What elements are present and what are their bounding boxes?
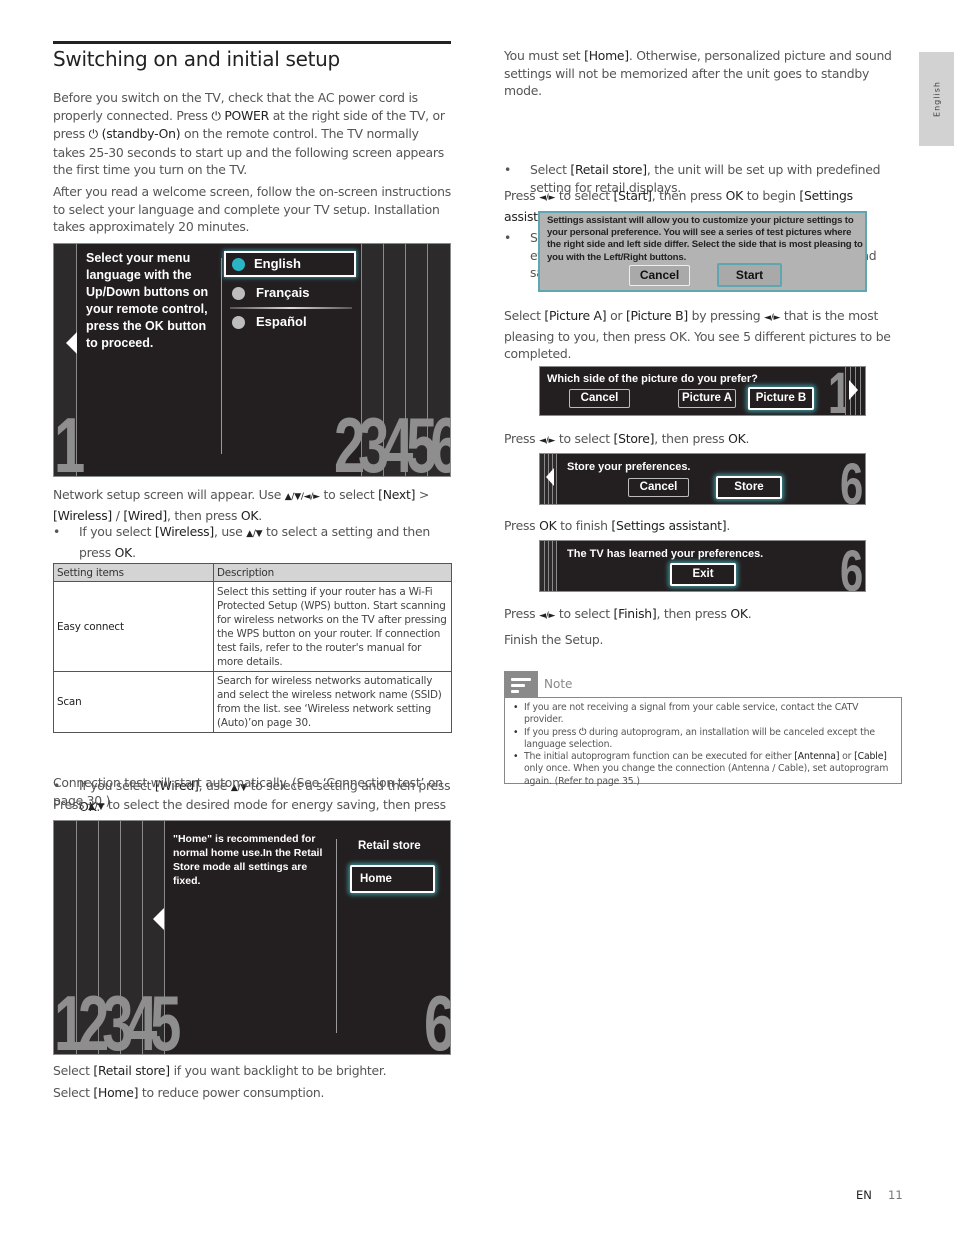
note-item: If you are not receiving a signal from y… bbox=[513, 702, 893, 727]
picture-b-button[interactable]: Picture B bbox=[748, 387, 814, 410]
language-instruction: Select your menu language with the Up/Do… bbox=[86, 251, 209, 350]
power-icon: ⏻ bbox=[211, 108, 221, 123]
setting-description: Select this setting if your router has a… bbox=[213, 581, 452, 672]
network-settings-table: Setting items Description Easy connect S… bbox=[53, 563, 452, 733]
note-item: If you press ⏻ during autoprogram, an in… bbox=[513, 727, 893, 752]
store-text: Store your preferences. bbox=[567, 461, 691, 473]
arrows-icon: ◄/► bbox=[539, 436, 556, 446]
standby-label: (standby-On) bbox=[101, 126, 181, 141]
power-label: POWER bbox=[224, 107, 269, 123]
learned-preferences-screen: 6 The TV has learned your preferences. E… bbox=[539, 540, 866, 592]
energy-mode-description: "Home" is recommended for normal home us… bbox=[173, 833, 323, 887]
arrows-icon: ◄/► bbox=[539, 193, 556, 203]
cancel-button[interactable]: Cancel bbox=[569, 389, 630, 408]
standby-icon: ⏻ bbox=[88, 127, 99, 141]
note-icon bbox=[504, 671, 538, 698]
step-digits-right: 23456 bbox=[334, 401, 451, 477]
title-rule bbox=[53, 41, 451, 44]
start-button[interactable]: Start bbox=[717, 263, 782, 287]
learned-text: The TV has learned your preferences. bbox=[567, 548, 764, 560]
select-retail-paragraph: Select [Retail store] if you want backli… bbox=[53, 1063, 387, 1078]
note-box: If you are not receiving a signal from y… bbox=[504, 698, 902, 787]
note-title: Note bbox=[544, 677, 573, 691]
network-paragraph: Network setup screen will appear. Use ▲/… bbox=[53, 487, 430, 523]
energy-option-home[interactable]: Home bbox=[350, 865, 435, 893]
page-title: Switching on and initial setup bbox=[53, 47, 340, 71]
back-arrow-icon[interactable] bbox=[546, 468, 554, 486]
table-row: Scan Search for wireless networks automa… bbox=[53, 671, 452, 733]
press-ok-finish-paragraph: Press OK to finish [Settings assistant]. bbox=[504, 518, 731, 533]
page-number: 11 bbox=[888, 1188, 903, 1202]
step-digit-right: 6 bbox=[424, 979, 450, 1055]
exit-button[interactable]: Exit bbox=[670, 563, 736, 586]
table-row: Easy connect Select this setting if your… bbox=[53, 581, 452, 672]
step-digits-left: 12345 bbox=[54, 979, 181, 1055]
press-store-paragraph: Press ◄/► to select [Store], then press … bbox=[504, 431, 750, 446]
setting-item: Scan bbox=[53, 671, 214, 733]
step-digit-left: 1 bbox=[54, 401, 85, 477]
radio-dot-icon bbox=[232, 258, 245, 271]
radio-dot-icon bbox=[232, 316, 245, 329]
arrows-icon: ▲/▼ bbox=[88, 802, 105, 812]
setting-description: Search for wireless networks automatical… bbox=[213, 671, 452, 733]
language-option-espanol[interactable]: Español bbox=[224, 309, 356, 335]
table-header: Setting items bbox=[53, 563, 214, 582]
radio-dot-icon bbox=[232, 287, 245, 300]
select-picture-paragraph: Select [Picture A] or [Picture B] by pre… bbox=[504, 308, 891, 361]
language-side-tab: English bbox=[919, 52, 954, 146]
table-header-row: Setting items Description bbox=[53, 563, 452, 582]
note-header: Note bbox=[504, 671, 902, 698]
arrows-icon: ▲/▼ bbox=[246, 529, 263, 539]
step-digit: 1 bbox=[828, 366, 851, 416]
note-item: The initial autoprogram function can be … bbox=[513, 751, 893, 788]
wireless-bullet: If you select [Wireless], use ▲/▼ to sel… bbox=[53, 523, 453, 561]
settings-assistant-dialog: Settings assistant will allow you to cus… bbox=[538, 211, 867, 292]
arrows-icon: ◄/► bbox=[539, 611, 556, 621]
store-preferences-screen: 6 Store your preferences. Cancel Store bbox=[539, 453, 866, 505]
cancel-button[interactable]: Cancel bbox=[629, 265, 690, 286]
table-header: Description bbox=[213, 563, 452, 582]
arrows-icon: ▲/▼/◄/► bbox=[284, 492, 320, 502]
finish-setup-paragraph: Finish the Setup. bbox=[504, 632, 604, 647]
footer-language: EN bbox=[856, 1188, 872, 1202]
picture-preference-screen: 1 Which side of the picture do you prefe… bbox=[539, 366, 866, 416]
language-select-screen: 1 23456 Select your menu language with t… bbox=[53, 243, 451, 477]
store-button[interactable]: Store bbox=[716, 476, 782, 499]
cancel-button[interactable]: Cancel bbox=[628, 478, 689, 497]
arrows-icon: ◄/► bbox=[764, 313, 781, 323]
after-read-paragraph: After you read a welcome screen, follow … bbox=[53, 184, 451, 234]
language-option-francais[interactable]: Français bbox=[224, 280, 356, 306]
forward-arrow-icon[interactable] bbox=[849, 380, 858, 400]
must-set-paragraph: You must set [Home]. Otherwise, personal… bbox=[504, 48, 892, 98]
language-option-english[interactable]: English bbox=[224, 251, 356, 277]
side-tab-label: English bbox=[932, 81, 941, 117]
picture-a-button[interactable]: Picture A bbox=[678, 389, 736, 408]
press-finish-paragraph: Press ◄/► to select [Finish], then press… bbox=[504, 606, 752, 621]
back-arrow-icon[interactable] bbox=[66, 332, 77, 354]
step-digit: 6 bbox=[840, 453, 863, 505]
picture-question: Which side of the picture do you prefer? bbox=[547, 373, 758, 385]
back-arrow-icon[interactable] bbox=[153, 908, 164, 930]
energy-option-retail-store[interactable]: Retail store bbox=[358, 838, 421, 855]
energy-mode-screen: 12345 6 "Home" is recommended for normal… bbox=[53, 820, 451, 1055]
select-home-paragraph: Select [Home] to reduce power consumptio… bbox=[53, 1085, 325, 1100]
setting-item: Easy connect bbox=[53, 581, 214, 672]
intro-paragraph: Before you switch on the TV, check that … bbox=[53, 90, 445, 177]
step-digit: 6 bbox=[840, 540, 863, 592]
assistant-description: Settings assistant will allow you to cus… bbox=[547, 215, 863, 263]
